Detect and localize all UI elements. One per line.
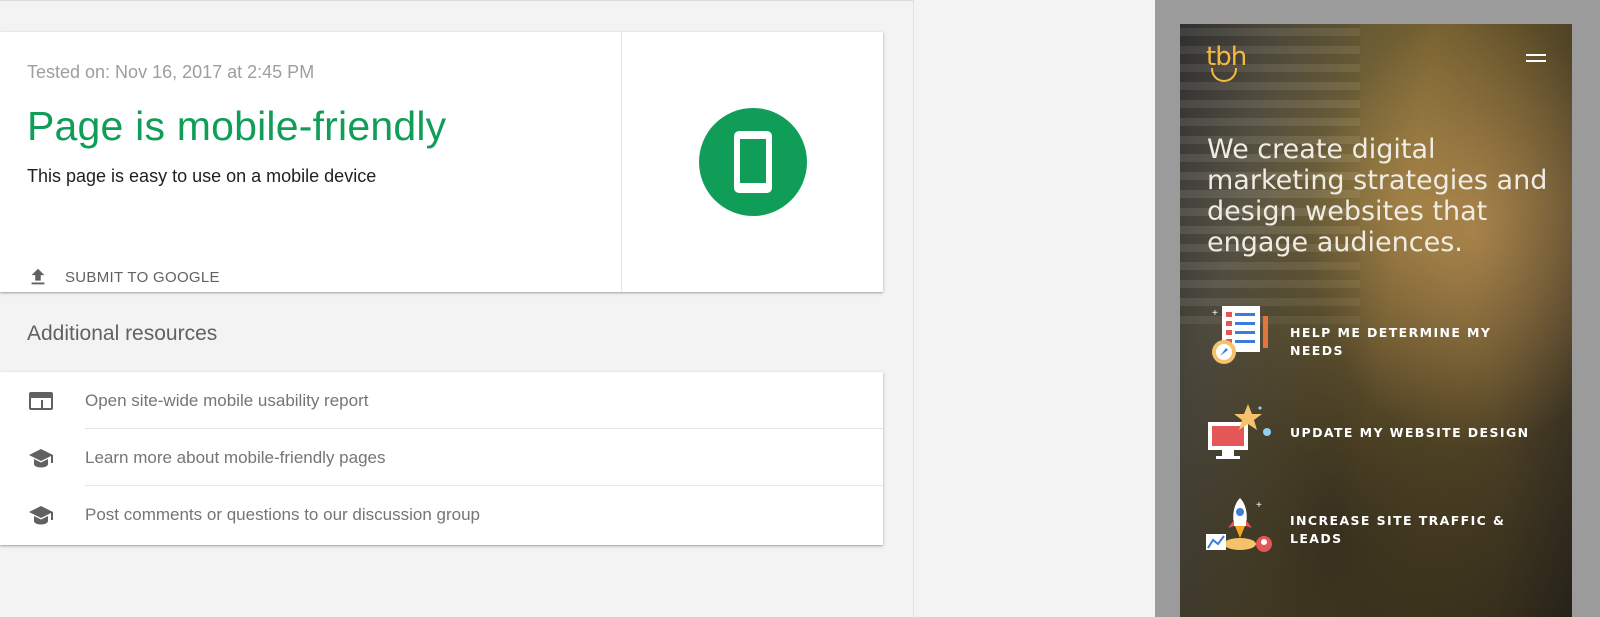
additional-resources-heading: Additional resources	[27, 322, 218, 345]
menu-bar	[1526, 60, 1546, 62]
cta-label: UPDATE MY WEBSITE DESIGN	[1290, 425, 1530, 440]
resource-item-label: Post comments or questions to our discus…	[85, 505, 480, 524]
mobile-friendly-badge	[699, 108, 807, 216]
graduation-cap-icon	[29, 449, 53, 468]
result-card: Tested on: Nov 16, 2017 at 2:45 PM Page …	[0, 32, 883, 292]
resource-item-discussion-group[interactable]: Post comments or questions to our discus…	[0, 486, 883, 543]
resources-list: Open site-wide mobile usability report L…	[0, 372, 883, 545]
rocket-chart-icon: +	[1206, 498, 1272, 552]
upload-icon	[31, 268, 45, 285]
mobile-screenshot: tbh We create digital marketing strategi…	[1180, 24, 1572, 617]
resource-item-learn-more[interactable]: Learn more about mobile-friendly pages	[0, 429, 883, 486]
resource-item-label: Learn more about mobile-friendly pages	[85, 448, 386, 467]
cta-label: INCREASE SITE TRAFFIC & LEADS	[1290, 513, 1506, 546]
svg-text:+: +	[1256, 500, 1262, 511]
resource-item-label: Open site-wide mobile usability report	[85, 391, 369, 410]
result-headline: Page is mobile-friendly	[27, 103, 447, 149]
result-summary: Tested on: Nov 16, 2017 at 2:45 PM Page …	[0, 32, 622, 292]
resource-item-usability-report[interactable]: Open site-wide mobile usability report	[0, 372, 883, 429]
cta-determine-needs[interactable]: + HELP ME DETERMINE MY NEEDS	[1204, 302, 1554, 372]
hamburger-menu-icon[interactable]	[1526, 54, 1546, 63]
submit-to-google-button[interactable]: SUBMIT TO GOOGLE	[27, 266, 220, 288]
cta-label: HELP ME DETERMINE MY NEEDS	[1290, 325, 1492, 358]
menu-bar	[1526, 54, 1546, 56]
monitor-star-icon	[1208, 404, 1271, 459]
report-window-icon	[29, 392, 53, 410]
submit-to-google-label: SUBMIT TO GOOGLE	[65, 268, 220, 286]
svg-text:+: +	[1212, 308, 1218, 319]
tested-on-timestamp: Tested on: Nov 16, 2017 at 2:45 PM	[27, 62, 315, 82]
result-status-area	[622, 32, 883, 292]
cta-update-design[interactable]: UPDATE MY WEBSITE DESIGN	[1204, 400, 1554, 470]
cta-increase-traffic[interactable]: + INCREASE SITE TRAFFIC & LEADS	[1204, 494, 1554, 564]
checklist-compass-icon: +	[1212, 306, 1268, 364]
hero-text: We create digital marketing strategies a…	[1207, 134, 1548, 258]
test-results-pane: Tested on: Nov 16, 2017 at 2:45 PM Page …	[0, 0, 913, 617]
result-description: This page is easy to use on a mobile dev…	[27, 166, 377, 186]
graduation-cap-icon	[29, 506, 53, 525]
smartphone-icon	[734, 131, 772, 193]
